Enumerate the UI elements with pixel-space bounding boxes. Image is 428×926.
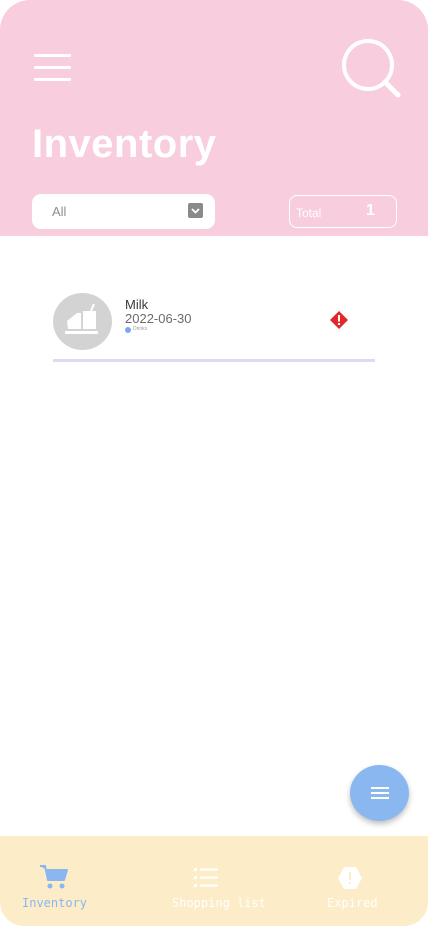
total-count-box: Total 1 xyxy=(289,195,397,228)
list-icon xyxy=(194,868,218,887)
total-count: 1 xyxy=(366,202,375,219)
nav-label-expired: Expired xyxy=(327,896,378,910)
total-label: Total xyxy=(296,206,322,220)
menu-icon[interactable] xyxy=(34,54,72,82)
nav-label-shopping-list: Shopping list xyxy=(172,896,266,910)
cart-icon xyxy=(40,865,68,889)
nav-shopping-list[interactable]: Shopping list xyxy=(160,836,276,926)
nav-label-inventory: Inventory xyxy=(22,896,88,910)
item-name: Milk xyxy=(125,297,149,312)
expired-warning-icon xyxy=(330,311,348,329)
category-dot xyxy=(125,327,131,333)
app-header: Inventory All Total 1 xyxy=(0,0,428,236)
item-expiry-date: 2022-06-30 xyxy=(125,311,192,326)
search-icon[interactable] xyxy=(340,37,402,99)
filter-selected-value: All xyxy=(52,204,67,219)
nav-expired[interactable]: Expired xyxy=(318,836,398,926)
inventory-list-item[interactable]: Milk 2022-06-30 Drinks xyxy=(53,292,375,362)
drinks-icon xyxy=(53,293,112,350)
chevron-down-icon xyxy=(188,203,203,218)
sort-menu-fab[interactable] xyxy=(350,765,409,821)
nav-inventory[interactable]: Inventory xyxy=(0,836,108,926)
page-title: Inventory xyxy=(32,122,217,166)
item-category: Drinks xyxy=(133,326,148,332)
alert-icon xyxy=(338,867,362,889)
item-divider xyxy=(53,359,375,362)
category-filter-dropdown[interactable]: All xyxy=(32,194,215,229)
bottom-navigation: Inventory Shopping list Expired xyxy=(0,836,428,926)
lines-icon xyxy=(371,787,389,799)
